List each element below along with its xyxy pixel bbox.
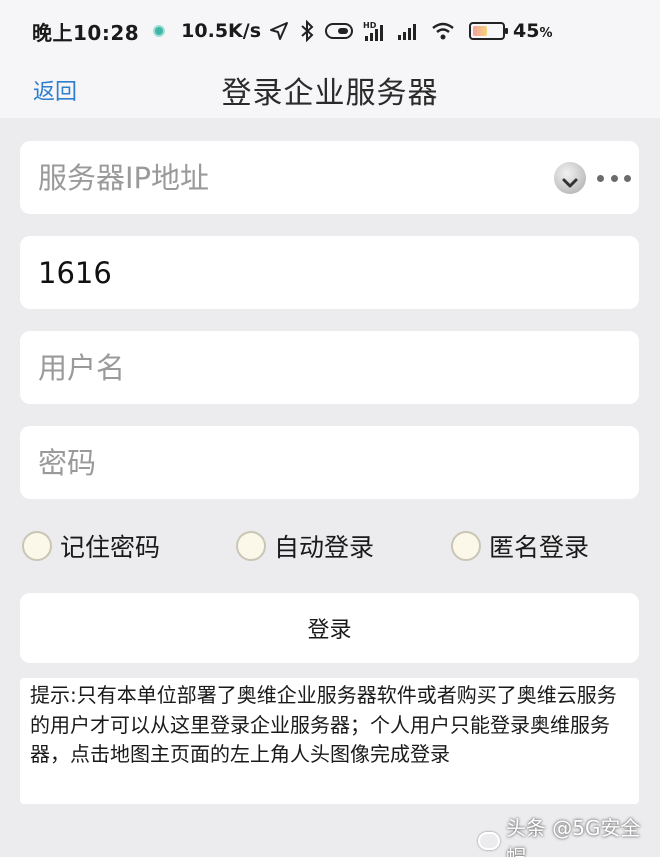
battery-icon (469, 22, 509, 40)
remember-password-label: 记住密码 (60, 533, 161, 562)
hd-signal-icon: HD (363, 20, 387, 42)
nfc-icon (325, 22, 354, 40)
more-dot-icon (624, 174, 631, 182)
port-field[interactable] (20, 236, 639, 309)
password-field[interactable] (20, 426, 639, 499)
status-bar: 晚上10:28 10.5K/s HD 45% (0, 0, 660, 62)
login-options: 记住密码 自动登录 匿名登录 (0, 528, 660, 568)
username-input[interactable] (38, 350, 518, 385)
network-speed: 10.5K/s (181, 20, 262, 42)
auto-login-label: 自动登录 (274, 533, 375, 562)
server-ip-field[interactable] (20, 141, 639, 214)
bluetooth-icon (299, 20, 315, 42)
login-button[interactable]: 登录 (20, 593, 639, 663)
auto-login-option[interactable]: 自动登录 (236, 528, 374, 564)
status-time: 晚上10:28 (32, 20, 140, 45)
server-ip-input[interactable] (38, 160, 518, 195)
watermark: 头条 @5G安全帽 (478, 812, 660, 857)
anonymous-login-option[interactable]: 匿名登录 (451, 528, 589, 564)
more-dot-icon (610, 174, 618, 182)
tip-text: 提示:只有本单位部署了奥维企业服务器软件或者购买了奥维云服务的用户才可以从这里登… (20, 678, 639, 804)
more-dot-icon (597, 174, 604, 182)
remember-password-radio[interactable] (22, 531, 52, 561)
anonymous-login-label: 匿名登录 (489, 533, 590, 562)
auto-login-radio[interactable] (236, 531, 266, 561)
notification-dot-icon (153, 25, 166, 37)
remember-password-option[interactable]: 记住密码 (22, 528, 160, 564)
username-field[interactable] (20, 331, 639, 404)
page-title: 登录企业服务器 (221, 76, 439, 111)
svg-text:HD: HD (363, 21, 377, 30)
battery-percent: 45% (513, 20, 553, 42)
anonymous-login-radio[interactable] (451, 531, 481, 561)
more-options-button[interactable] (597, 163, 631, 193)
chevron-down-icon (562, 161, 578, 195)
location-icon (269, 21, 289, 41)
port-input[interactable] (38, 255, 518, 290)
server-dropdown-button[interactable] (554, 162, 586, 194)
wifi-icon (431, 21, 455, 41)
signal-icon (397, 21, 421, 41)
nav-bar: 返回 登录企业服务器 (0, 62, 660, 118)
watermark-logo-icon (478, 832, 500, 850)
password-input[interactable] (38, 445, 518, 480)
watermark-text: 头条 @5G安全帽 (505, 816, 641, 857)
